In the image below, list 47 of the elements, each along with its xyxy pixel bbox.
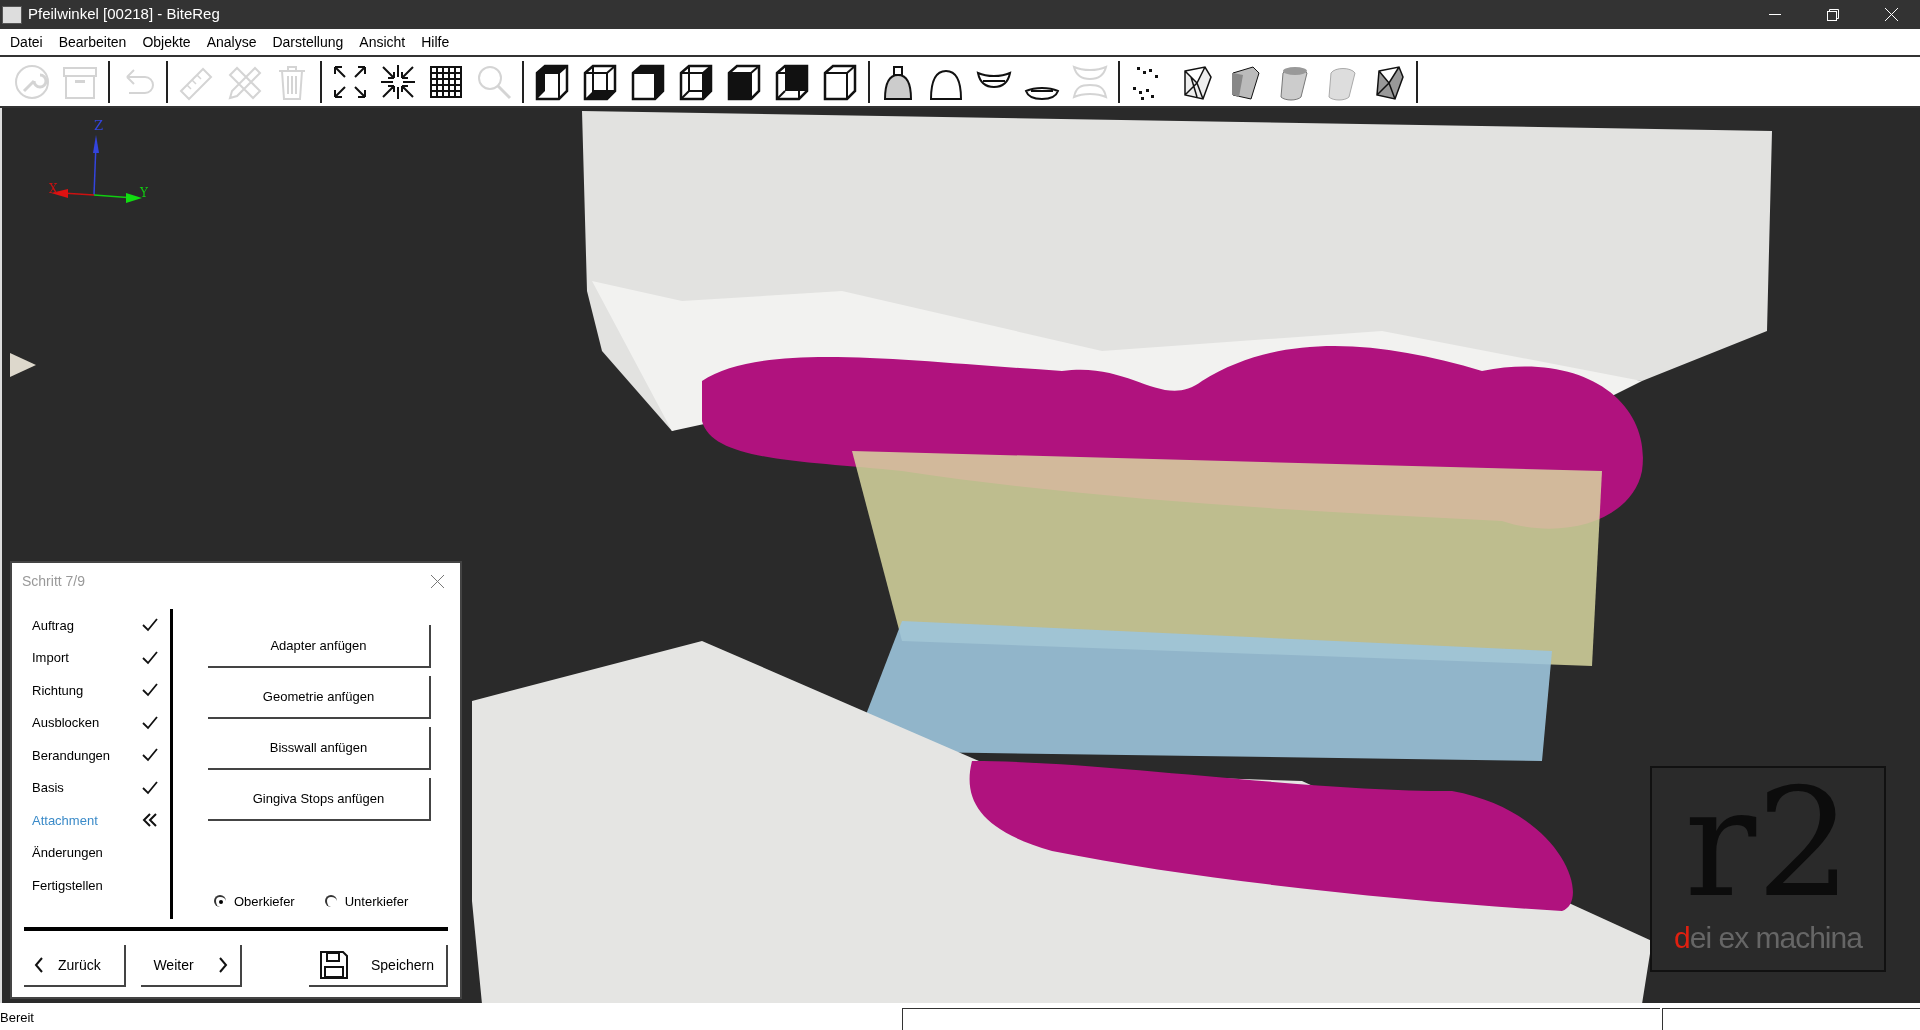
cube-icon[interactable] [629, 62, 667, 101]
radio-label[interactable]: Oberkiefer [234, 891, 295, 911]
menu-item[interactable]: Objekte [134, 31, 199, 53]
step-label[interactable]: Auftrag [32, 615, 142, 635]
chevron-left-icon [34, 957, 44, 973]
step-label[interactable]: Richtung [32, 680, 142, 700]
status-message: Bereit [0, 1009, 35, 1027]
logo-tagline: dei ex machina [1674, 920, 1862, 956]
cube-icon[interactable] [725, 62, 763, 101]
cube-icon[interactable] [773, 62, 811, 101]
back-button[interactable]: Zurück [24, 945, 126, 987]
window-title: Pfeilwinkel [00218] - BiteReg [28, 4, 220, 25]
cube-icon[interactable] [677, 62, 715, 101]
radio-label[interactable]: Unterkiefer [344, 891, 409, 911]
expand-panel-icon[interactable] [10, 353, 36, 377]
menu-item[interactable]: Hilfe [413, 31, 458, 53]
restore-icon[interactable] [1827, 8, 1839, 21]
compress-icon[interactable] [379, 62, 417, 101]
panel-title: Schritt 7/9 [22, 571, 86, 591]
3d-viewport[interactable] [0, 108, 1920, 1003]
step-label[interactable]: Ausblocken [32, 713, 142, 733]
menu-item[interactable]: Datei [2, 31, 51, 53]
chevron-right-icon [217, 957, 228, 973]
app-logo-icon [2, 5, 22, 24]
step-label[interactable]: Änderungen [32, 843, 142, 863]
action-button[interactable]: Bisswall anfügen [208, 727, 431, 770]
step-label[interactable]: Import [32, 648, 142, 668]
step-label[interactable]: Fertigstellen [32, 875, 142, 895]
menu-item[interactable]: Bearbeiten [50, 31, 135, 53]
cube-icon[interactable] [533, 62, 571, 101]
double-chevron-icon [142, 813, 158, 828]
menu-item[interactable]: Darstellung [264, 31, 352, 53]
cube-icon[interactable] [581, 62, 619, 101]
step-label[interactable]: Basis [32, 778, 142, 798]
axis-label: X [49, 181, 58, 198]
cube-icon[interactable] [821, 62, 859, 101]
save-button[interactable]: Speichern [309, 945, 448, 987]
action-button[interactable]: Adapter anfügen [208, 625, 431, 668]
action-button[interactable]: Geometrie anfügen [208, 676, 431, 719]
step-label[interactable]: Berandungen [32, 745, 142, 765]
step-label[interactable]: Attachment [32, 810, 142, 830]
axis-label: Z [94, 117, 104, 135]
menu-item[interactable]: Analyse [198, 31, 265, 53]
axis-label: Y [140, 185, 148, 202]
next-button[interactable]: Weiter [141, 945, 242, 987]
action-button[interactable]: Gingiva Stops anfügen [208, 778, 431, 821]
menu-item[interactable]: Ansicht [351, 31, 414, 53]
